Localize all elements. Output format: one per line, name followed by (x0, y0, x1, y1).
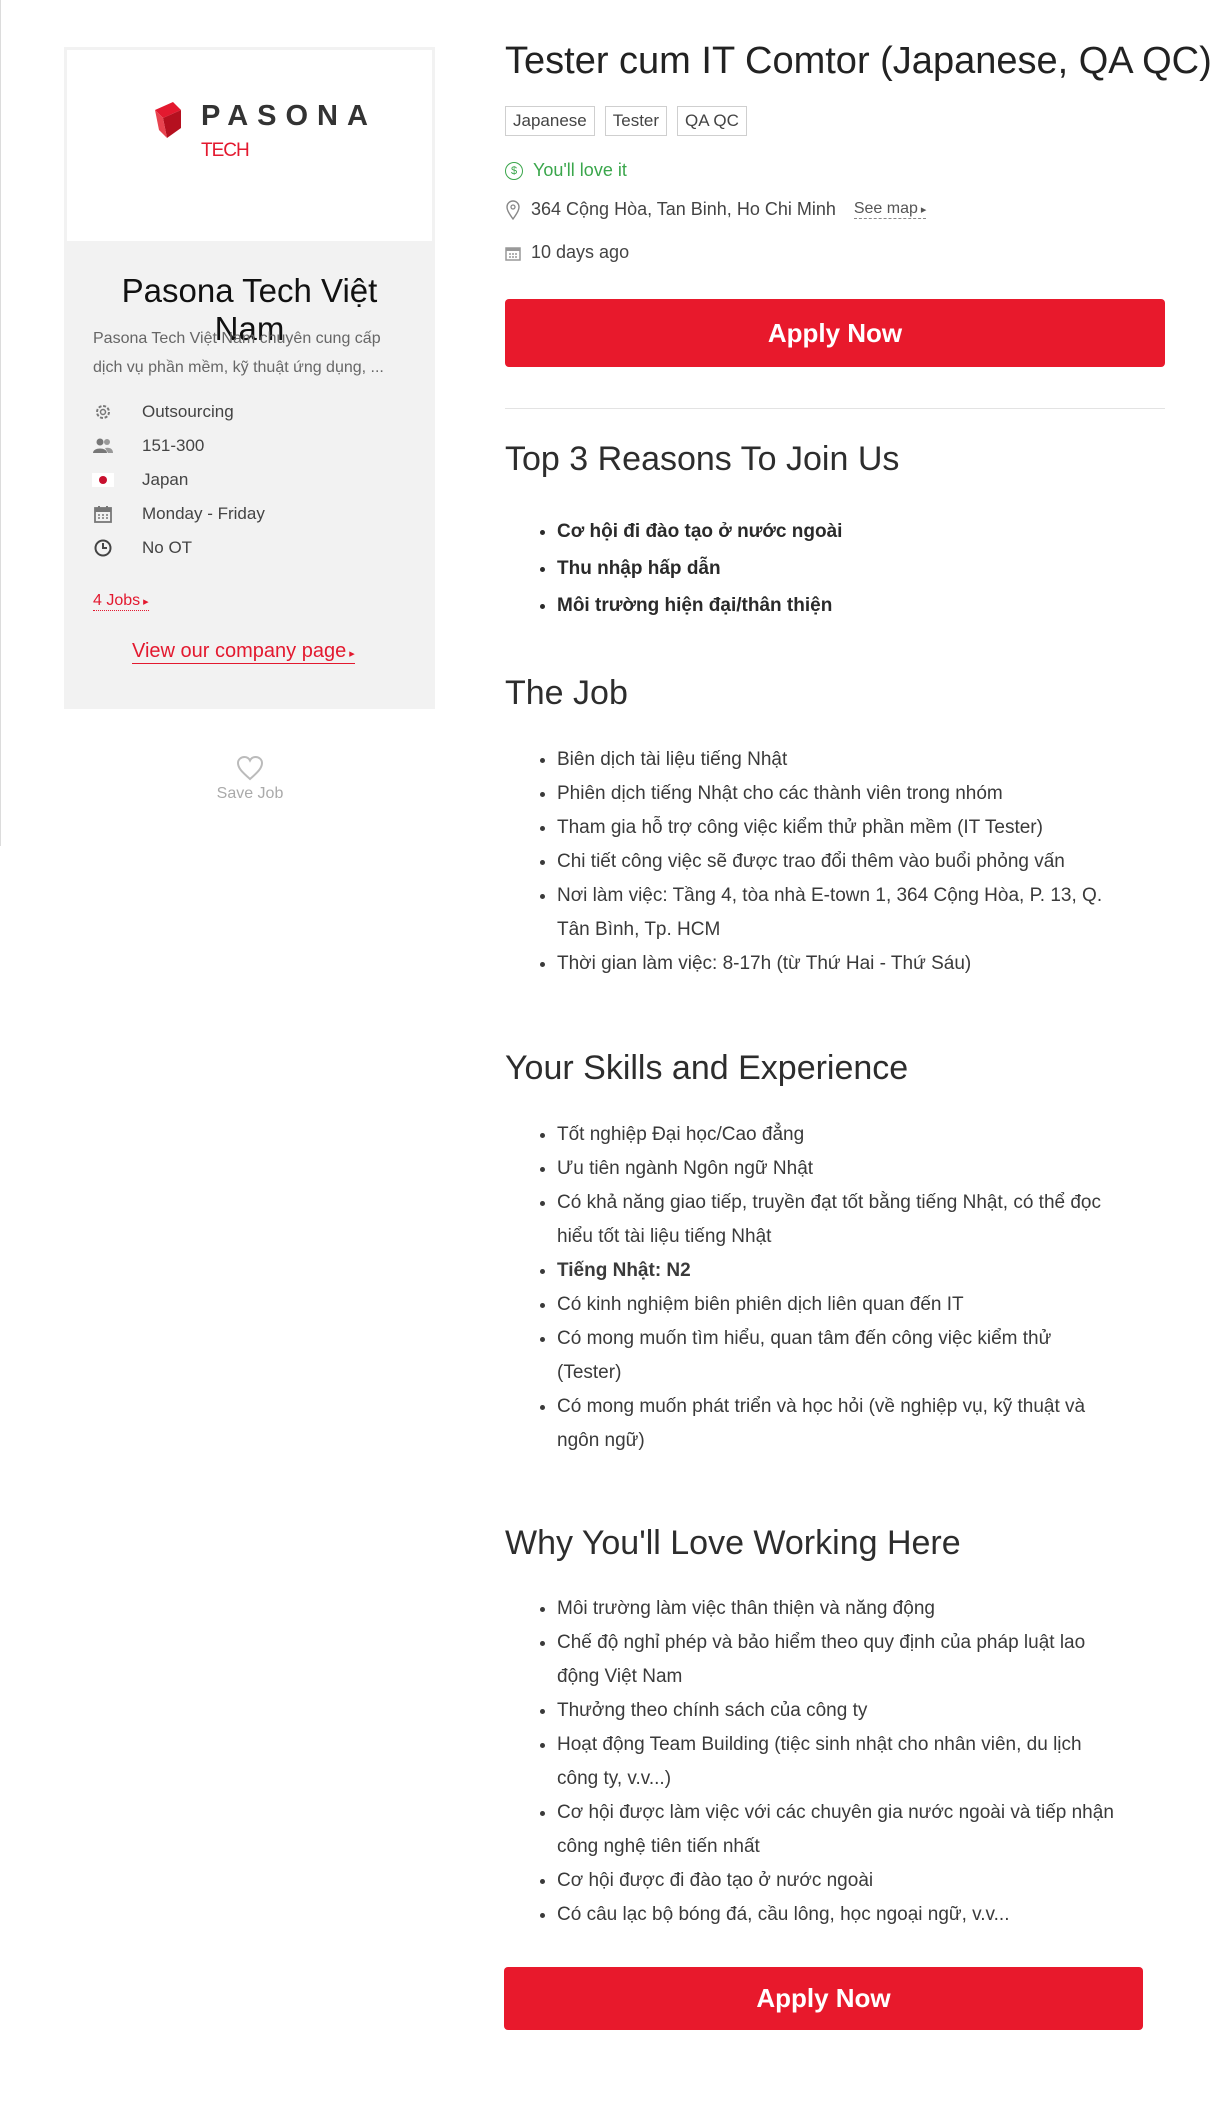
tag-japanese[interactable]: Japanese (505, 106, 595, 136)
list-item: Thưởng theo chính sách của công ty (557, 1694, 1117, 1728)
reasons-heading: Top 3 Reasons To Join Us (505, 440, 900, 478)
list-item: Hoạt động Team Building (tiệc sinh nhật … (557, 1728, 1117, 1796)
info-text: Outsourcing (142, 402, 234, 421)
company-page-link-label: View our company page (132, 640, 347, 662)
see-map-link[interactable]: See map ▸ (853, 200, 927, 219)
info-text: 151-300 (142, 436, 205, 455)
divider (505, 408, 1165, 409)
calendar-icon (505, 246, 521, 261)
page-left-border (0, 0, 1, 846)
caret-right-icon: ▸ (349, 648, 355, 660)
logo-subtext: TECH (201, 140, 250, 161)
calendar-icon (92, 503, 114, 525)
the-job-heading: The Job (505, 674, 628, 712)
list-item: Chi tiết công việc sẽ được trao đổi thêm… (557, 845, 1117, 879)
info-text: No OT (142, 538, 193, 557)
pasona-logo-mark-icon (155, 102, 181, 138)
address-text: 364 Cộng Hòa, Tan Binh, Ho Chi Minh (531, 199, 836, 219)
the-job-list: Biên dịch tài liệu tiếng Nhật Phiên dịch… (505, 743, 1117, 981)
list-item: Môi trường làm việc thân thiện và năng đ… (557, 1592, 1117, 1626)
posted-date-row: 10 days ago (505, 242, 629, 263)
info-row-type: Outsourcing (92, 395, 265, 429)
view-company-page-link[interactable]: View our company page ▸ (132, 640, 355, 664)
company-description: Pasona Tech Việt Nam chuyên cung cấp dịc… (93, 330, 384, 376)
address-row: 364 Cộng Hòa, Tan Binh, Ho Chi Minh See … (505, 199, 927, 220)
jobs-link-label: 4 Jobs (93, 592, 141, 609)
list-item: Có câu lạc bộ bóng đá, cầu lông, học ngo… (557, 1898, 1117, 1932)
list-item: Cơ hội đi đào tạo ở nước ngoài (557, 513, 1117, 550)
list-item: Có mong muốn phát triển và học hỏi (về n… (557, 1390, 1117, 1458)
heart-icon (236, 755, 264, 781)
logo-wordmark: PASONA (201, 100, 377, 132)
info-row-overtime: No OT (92, 531, 265, 565)
japan-flag-icon (92, 469, 114, 491)
company-card: PASONA TECH Pasona Tech Việt Nam Pasona … (64, 47, 435, 709)
list-item: Cơ hội được đi đào tạo ở nước ngoài (557, 1864, 1117, 1898)
job-title: Tester cum IT Comtor (Japanese, QA QC) (505, 40, 1212, 82)
save-job-button[interactable]: Save Job (200, 755, 300, 803)
info-row-schedule: Monday - Friday (92, 497, 265, 531)
skills-heading: Your Skills and Experience (505, 1049, 909, 1087)
salary-text: You'll love it (533, 160, 627, 180)
list-item: Phiên dịch tiếng Nhật cho các thành viên… (557, 777, 1117, 811)
job-tags: Japanese Tester QA QC (505, 106, 747, 136)
caret-right-icon: ▸ (143, 596, 149, 608)
users-icon (92, 435, 114, 457)
list-item: Nơi làm việc: Tầng 4, tòa nhà E-town 1, … (557, 879, 1117, 947)
list-item: Biên dịch tài liệu tiếng Nhật (557, 743, 1117, 777)
info-text: Monday - Friday (142, 504, 265, 523)
list-item: Chế độ nghỉ phép và bảo hiểm theo quy đị… (557, 1626, 1117, 1694)
salary-row: $ You'll love it (505, 160, 627, 181)
posted-date: 10 days ago (531, 242, 630, 262)
list-item: Tiếng Nhật: N2 (557, 1254, 1117, 1288)
list-item: Tốt nghiệp Đại học/Cao đẳng (557, 1118, 1117, 1152)
skills-list: Tốt nghiệp Đại học/Cao đẳng Ưu tiên ngàn… (505, 1118, 1117, 1458)
list-item: Có khả năng giao tiếp, truyền đạt tốt bằ… (557, 1186, 1117, 1254)
list-item: Có kinh nghiệm biên phiên dịch liên quan… (557, 1288, 1117, 1322)
apply-now-button[interactable]: Apply Now (505, 299, 1165, 367)
list-item: Thu nhập hấp dẫn (557, 550, 1117, 587)
company-logo[interactable]: PASONA TECH (67, 50, 432, 241)
save-job-label: Save Job (216, 785, 284, 802)
apply-now-button-bottom[interactable]: Apply Now (504, 1967, 1143, 2030)
why-love-heading: Why You'll Love Working Here (505, 1524, 961, 1562)
list-item: Có mong muốn tìm hiểu, quan tâm đến công… (557, 1322, 1117, 1390)
see-map-label: See map (853, 200, 918, 217)
list-item: Thời gian làm việc: 8-17h (từ Thứ Hai - … (557, 947, 1117, 981)
list-item: Tham gia hỗ trợ công việc kiểm thử phần … (557, 811, 1117, 845)
info-text: Japan (142, 470, 189, 489)
reasons-list: Cơ hội đi đào tạo ở nước ngoài Thu nhập … (505, 513, 1117, 624)
why-love-list: Môi trường làm việc thân thiện và năng đ… (505, 1592, 1117, 1932)
list-item: Ưu tiên ngành Ngôn ngữ Nhật (557, 1152, 1117, 1186)
dollar-icon: $ (505, 161, 523, 180)
info-row-size: 151-300 (92, 429, 265, 463)
caret-right-icon: ▸ (920, 204, 927, 216)
company-info-list: Outsourcing 151-300 Japan Monday - Frida… (92, 395, 265, 565)
map-pin-icon (506, 199, 520, 220)
gear-icon (92, 401, 114, 423)
list-item: Cơ hội được làm việc với các chuyên gia … (557, 1796, 1117, 1864)
company-jobs-link[interactable]: 4 Jobs ▸ (93, 592, 149, 611)
clock-icon (92, 537, 114, 559)
info-row-country: Japan (92, 463, 265, 497)
tag-tester[interactable]: Tester (604, 106, 668, 136)
tag-qa-qc[interactable]: QA QC (677, 106, 747, 136)
list-item: Môi trường hiện đại/thân thiện (557, 587, 1117, 624)
